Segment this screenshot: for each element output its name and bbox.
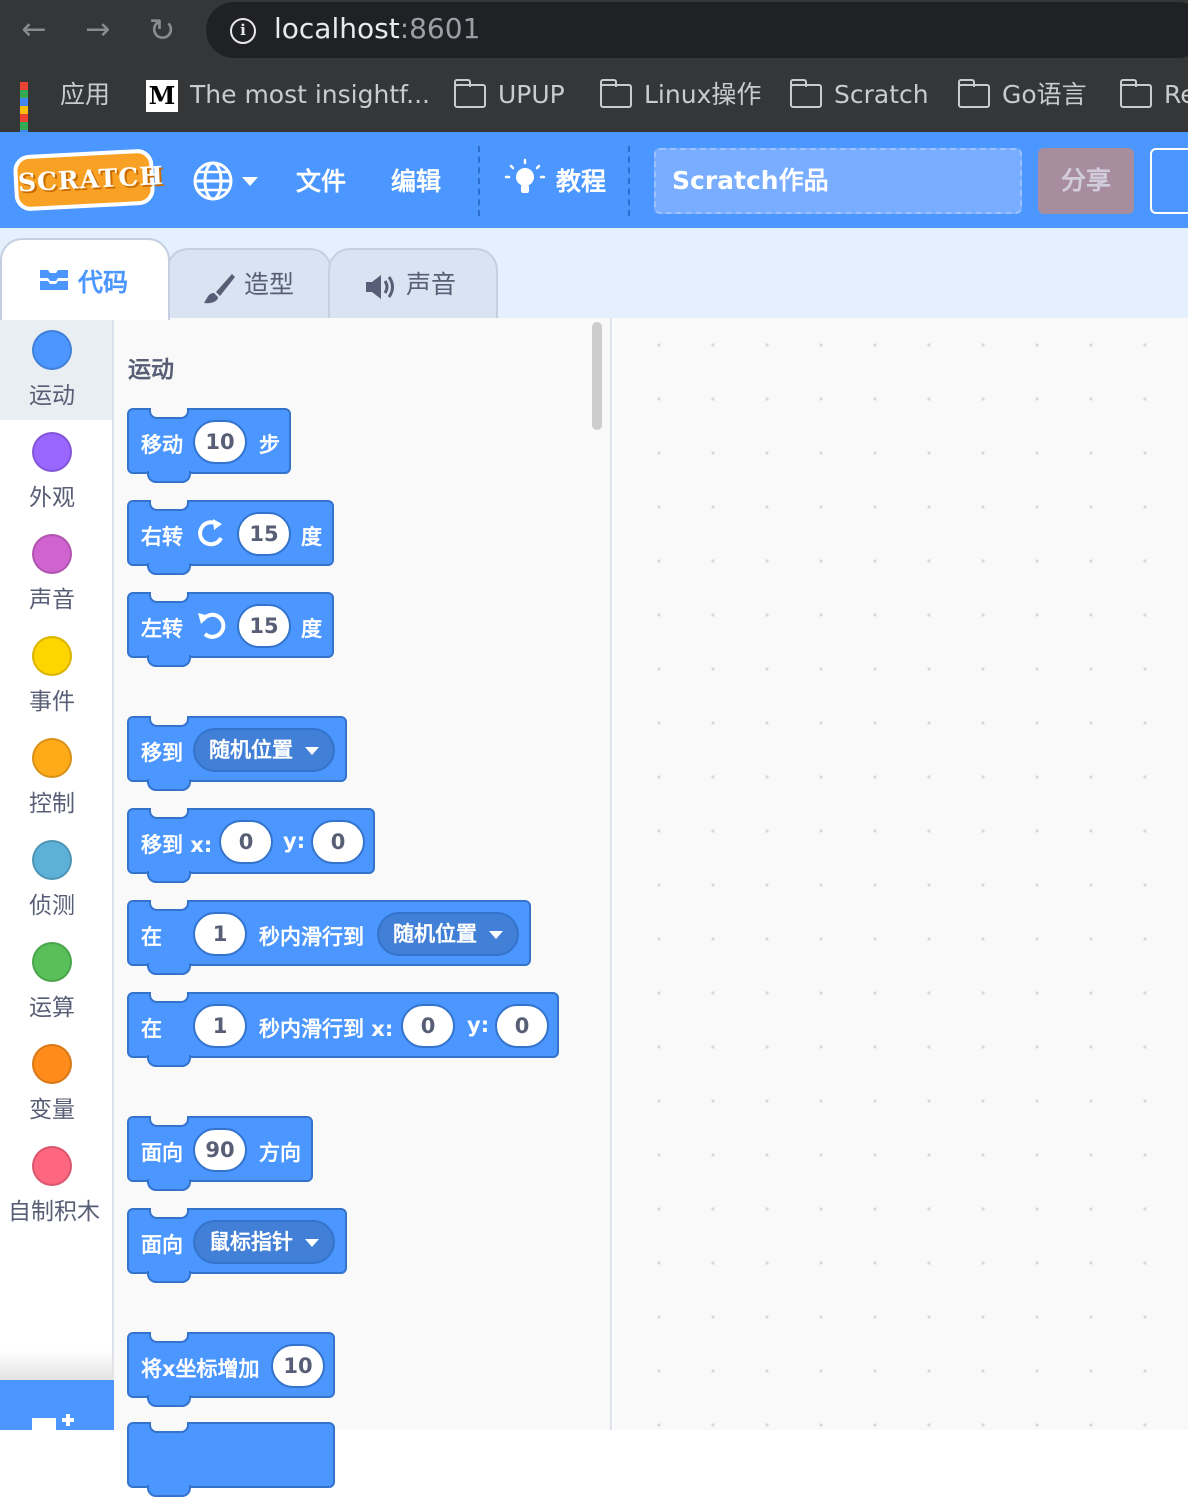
bookmark-go[interactable]: Go语言 bbox=[957, 78, 1087, 112]
scratch-logo[interactable]: SCRATCH bbox=[12, 148, 165, 212]
block-glide-to[interactable]: 在 1 秒内滑行到 随机位置 bbox=[127, 900, 531, 975]
back-arrow-icon[interactable]: ← bbox=[14, 10, 54, 50]
palette-scrollbar[interactable] bbox=[592, 322, 602, 430]
bookmark-linux[interactable]: Linux操作 bbox=[599, 78, 761, 112]
lightbulb-icon[interactable] bbox=[504, 158, 546, 200]
language-globe-icon[interactable] bbox=[192, 160, 234, 202]
category-variables[interactable]: 变量 bbox=[0, 1032, 112, 1134]
degrees-input[interactable]: 15 bbox=[237, 512, 291, 556]
menu-divider bbox=[478, 146, 480, 216]
dropdown-caret-icon bbox=[305, 747, 319, 755]
block-move-steps[interactable]: 移动 10 步 bbox=[127, 408, 291, 483]
chevron-down-icon[interactable] bbox=[242, 177, 258, 186]
rotate-clockwise-icon bbox=[198, 519, 223, 547]
tab-code[interactable]: 代码 bbox=[0, 238, 170, 320]
apps-grid-icon bbox=[20, 82, 48, 154]
category-sound[interactable]: 声音 bbox=[0, 522, 112, 624]
block-change-x[interactable]: 将x坐标增加 10 bbox=[127, 1332, 335, 1407]
browser-chrome: ← → ↻ i localhost:8601 应用 M The most insi… bbox=[0, 0, 1188, 154]
steps-input[interactable]: 10 bbox=[193, 420, 247, 464]
paintbrush-icon bbox=[204, 274, 235, 304]
folder-icon bbox=[453, 79, 486, 108]
folder-icon bbox=[957, 79, 990, 108]
bookmark-re[interactable]: Re bbox=[1119, 78, 1188, 112]
block-turn-right[interactable]: 右转 15 度 bbox=[127, 500, 334, 575]
bookmark-medium[interactable]: M The most insightf... bbox=[146, 78, 430, 112]
url-text: localhost:8601 bbox=[274, 12, 481, 45]
category-dot bbox=[32, 534, 72, 574]
direction-input[interactable]: 90 bbox=[193, 1128, 247, 1172]
category-sensing[interactable]: 侦测 bbox=[0, 828, 112, 930]
block-go-to-xy[interactable]: 移到 x: 0 y: 0 bbox=[127, 808, 375, 883]
add-extension-button[interactable] bbox=[0, 1380, 114, 1432]
address-bar[interactable]: i localhost:8601 bbox=[206, 2, 1188, 58]
block-partial[interactable] bbox=[127, 1422, 335, 1497]
category-menu: 运动 外观 声音 事件 控制 侦测 运算 变量 自制积木 bbox=[0, 318, 114, 1430]
bookmark-scratch[interactable]: Scratch bbox=[789, 78, 929, 112]
see-project-page-button[interactable] bbox=[1150, 148, 1188, 214]
block-glide-to-xy[interactable]: 在 1 秒内滑行到 x: 0 y: 0 bbox=[127, 992, 559, 1067]
block-point-direction[interactable]: 面向 90 方向 bbox=[127, 1116, 313, 1191]
scratch-menu-bar: SCRATCH 文件 编辑 教程 Scratch作品 分享 bbox=[0, 132, 1188, 228]
editor-tab-strip: 代码 造型 声音 bbox=[0, 228, 1188, 320]
y-input[interactable]: 0 bbox=[495, 1004, 549, 1048]
forward-arrow-icon[interactable]: → bbox=[78, 10, 118, 50]
bookmark-apps[interactable]: 应用 bbox=[20, 78, 110, 154]
category-dot bbox=[32, 636, 72, 676]
edit-menu[interactable]: 编辑 bbox=[391, 162, 441, 198]
category-looks[interactable]: 外观 bbox=[0, 420, 112, 522]
target-dropdown[interactable]: 随机位置 bbox=[377, 912, 519, 956]
folder-icon bbox=[1119, 79, 1152, 108]
file-menu[interactable]: 文件 bbox=[296, 162, 346, 198]
speaker-icon bbox=[366, 275, 394, 299]
tutorials-menu[interactable]: 教程 bbox=[556, 162, 606, 198]
dropdown-caret-icon bbox=[305, 1239, 319, 1247]
rotate-counterclockwise-icon bbox=[198, 612, 226, 639]
category-control[interactable]: 控制 bbox=[0, 726, 112, 828]
x-change-input[interactable]: 10 bbox=[271, 1344, 325, 1388]
menu-divider bbox=[628, 146, 630, 216]
folder-icon bbox=[599, 79, 632, 108]
project-title-input[interactable]: Scratch作品 bbox=[654, 148, 1022, 214]
seconds-input[interactable]: 1 bbox=[193, 912, 247, 956]
target-dropdown[interactable]: 鼠标指针 bbox=[193, 1220, 335, 1264]
category-dot bbox=[32, 942, 72, 982]
block-point-towards[interactable]: 面向 鼠标指针 bbox=[127, 1208, 347, 1283]
category-my-blocks[interactable]: 自制积木 bbox=[0, 1134, 114, 1236]
medium-logo-icon: M bbox=[146, 80, 178, 112]
add-extension-icon bbox=[32, 1414, 74, 1432]
block-turn-left[interactable]: 左转 15 度 bbox=[127, 592, 334, 667]
info-icon[interactable]: i bbox=[230, 18, 256, 44]
category-fade bbox=[0, 1350, 114, 1380]
category-dot bbox=[32, 1146, 72, 1186]
category-motion[interactable]: 运动 bbox=[0, 318, 112, 420]
dropdown-caret-icon bbox=[489, 931, 503, 939]
x-input[interactable]: 0 bbox=[219, 820, 273, 864]
tab-sounds[interactable]: 声音 bbox=[328, 248, 498, 318]
category-dot bbox=[32, 330, 72, 370]
script-workspace[interactable] bbox=[614, 318, 1188, 1430]
y-input[interactable]: 0 bbox=[311, 820, 365, 864]
bookmark-upup[interactable]: UPUP bbox=[453, 78, 565, 112]
degrees-input[interactable]: 15 bbox=[237, 604, 291, 648]
x-input[interactable]: 0 bbox=[401, 1004, 455, 1048]
reload-icon[interactable]: ↻ bbox=[142, 10, 182, 50]
share-button[interactable]: 分享 bbox=[1038, 148, 1134, 214]
seconds-input[interactable]: 1 bbox=[193, 1004, 247, 1048]
category-operators[interactable]: 运算 bbox=[0, 930, 112, 1032]
category-dot bbox=[32, 738, 72, 778]
category-events[interactable]: 事件 bbox=[0, 624, 112, 726]
tab-costumes[interactable]: 造型 bbox=[166, 248, 332, 318]
target-dropdown[interactable]: 随机位置 bbox=[193, 728, 335, 772]
bookmarks-bar: 应用 M The most insightf... UPUP Linux操作 Sc… bbox=[0, 70, 1188, 154]
folder-icon bbox=[789, 79, 822, 108]
palette-section-title: 运动 bbox=[128, 357, 174, 383]
category-dot bbox=[32, 1044, 72, 1084]
code-blocks-icon bbox=[40, 270, 68, 290]
block-go-to[interactable]: 移到 随机位置 bbox=[127, 716, 347, 791]
category-dot bbox=[32, 840, 72, 880]
category-dot bbox=[32, 432, 72, 472]
